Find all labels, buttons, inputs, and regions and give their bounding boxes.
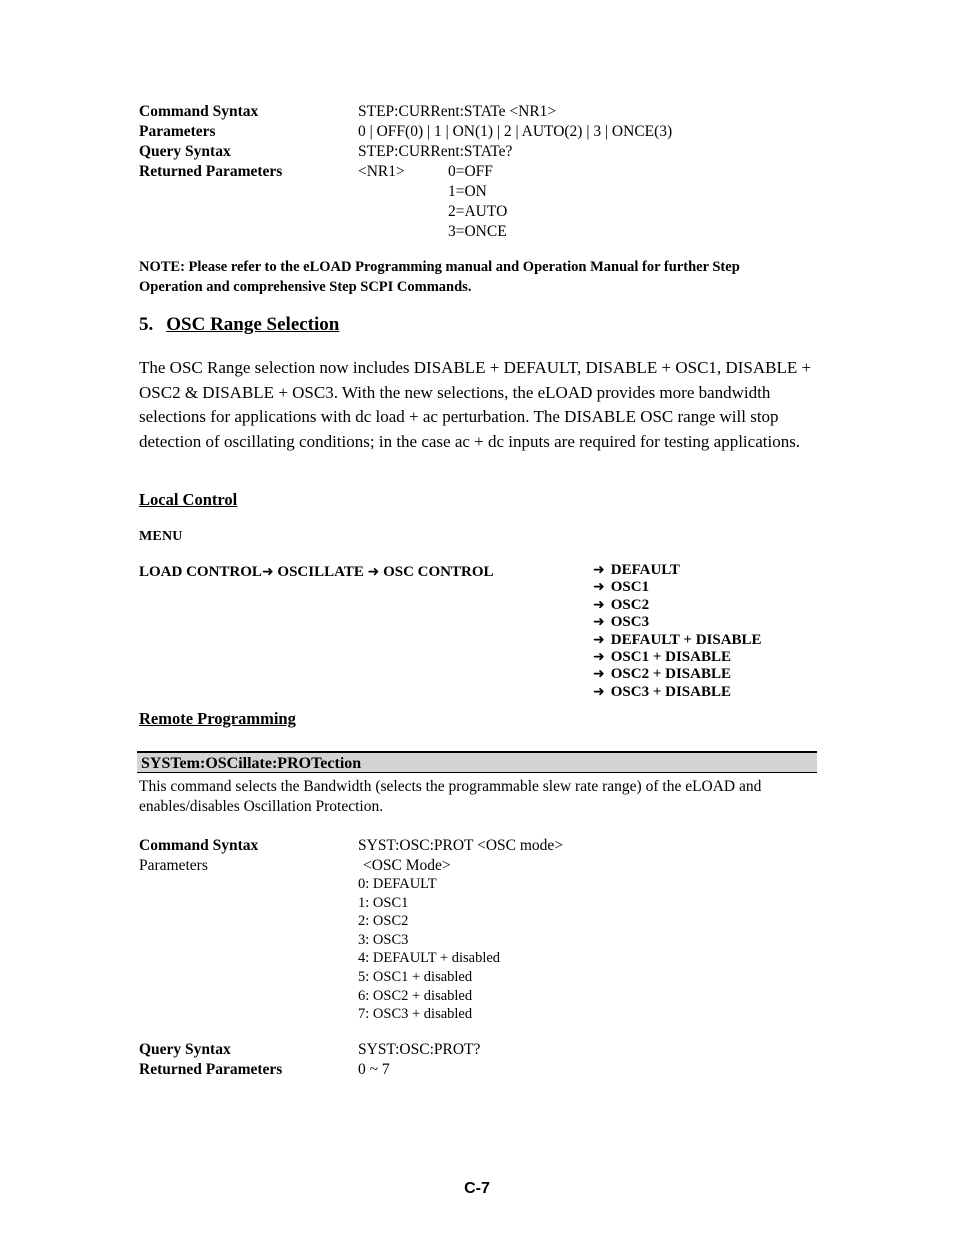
- list-item: 7: OSC3 + disabled: [358, 1006, 473, 1023]
- menu-option-label: OSC3: [610, 614, 650, 631]
- list-item: 1: OSC1: [358, 894, 409, 911]
- status-badge: SYSTem:OSCillate:PROTection: [137, 751, 817, 773]
- menu-path-load-control: LOAD CONTROL: [139, 564, 262, 580]
- list-item: 3: OSC3: [358, 931, 409, 948]
- list-item[interactable]: ➜ OSC3 + DISABLE: [593, 684, 762, 701]
- local-control-heading: Local Control: [139, 490, 238, 509]
- menu-option-label: OSC2 + DISABLE: [610, 666, 731, 683]
- syntax-label-returned-parameters: Returned Parameters: [139, 1061, 283, 1078]
- section-number: 5.: [139, 314, 154, 335]
- syntax-label-parameters: Parameters: [139, 123, 216, 140]
- arrow-right-icon: ➜: [261, 564, 274, 580]
- arrow-right-icon: ➜: [593, 649, 605, 666]
- syntax-row: Command Syntax SYST:OSC:PROT <OSC mode>: [139, 836, 899, 856]
- syntax-value-returned-parameters: <NR1>: [358, 163, 405, 180]
- step-current-state-syntax-block: Command Syntax STEP:CURRent:STATe <NR1> …: [139, 102, 899, 242]
- menu-option-label: OSC1 + DISABLE: [610, 649, 731, 666]
- page-title: 5. OSC Range Selection: [139, 313, 339, 337]
- menu-path-oscillate: OSCILLATE: [277, 564, 364, 580]
- menu-option-label: OSC2: [610, 596, 650, 613]
- menu-label: MENU: [139, 529, 183, 544]
- syntax-value-returned-parameters: 0 ~ 7: [358, 1061, 390, 1078]
- list-item: 6: OSC2 + disabled: [358, 987, 473, 1004]
- list-item: 5: OSC1 + disabled: [358, 968, 473, 985]
- osc-protection-syntax-block: Command Syntax SYST:OSC:PROT <OSC mode> …: [139, 836, 899, 876]
- arrow-right-icon: ➜: [367, 564, 380, 580]
- syntax-row: Command Syntax STEP:CURRent:STATe <NR1>: [139, 102, 899, 122]
- arrow-right-icon: ➜: [593, 614, 605, 631]
- syntax-row: Parameters <OSC Mode>: [139, 856, 899, 876]
- osc-protection-query-block: Query Syntax SYST:OSC:PROT? Returned Par…: [139, 1040, 899, 1080]
- list-item: 0: DEFAULT: [358, 876, 437, 892]
- menu-option-list: ➜ DEFAULT ➜ OSC1 ➜ OSC2 ➜ OSC3 ➜ DEFAULT + DI…: [593, 562, 762, 701]
- menu-path-osc-control: OSC CONTROL: [383, 564, 494, 580]
- syntax-value-command-syntax: STEP:CURRent:STATe <NR1>: [358, 103, 557, 120]
- menu-option-label: OSC3 + DISABLE: [610, 683, 731, 700]
- syntax-row: Returned Parameters <NR1> 0=OFF: [139, 162, 899, 182]
- list-item: 4: DEFAULT + disabled: [358, 950, 501, 967]
- list-item[interactable]: ➜ OSC1: [593, 579, 762, 596]
- arrow-right-icon: ➜: [593, 596, 605, 613]
- syntax-row: Query Syntax SYST:OSC:PROT?: [139, 1040, 899, 1060]
- syntax-row: Returned Parameters 0 ~ 7: [139, 1060, 899, 1080]
- syntax-value-parameters: <OSC Mode>: [363, 857, 451, 874]
- menu-option-label: DEFAULT: [610, 562, 680, 578]
- syntax-value-parameters: 0 | OFF(0) | 1 | ON(1) | 2 | AUTO(2) | 3…: [358, 123, 673, 140]
- list-item[interactable]: ➜ OSC2: [593, 597, 762, 614]
- syntax-row: 3=ONCE: [139, 222, 899, 242]
- menu-navigation-path: LOAD CONTROL➜ OSCILLATE ➜ OSC CONTROL: [139, 563, 494, 581]
- section-title: OSC Range Selection: [166, 314, 340, 335]
- returned-parameter-enum-2: 2=AUTO: [448, 203, 508, 220]
- menu-option-label: DEFAULT + DISABLE: [610, 631, 762, 648]
- list-item[interactable]: ➜ OSC2 + DISABLE: [593, 666, 762, 683]
- parameter-value-list: 0: DEFAULT 1: OSC1 2: OSC2 3: OSC3 4: DE…: [358, 875, 500, 1024]
- syntax-label-command-syntax: Command Syntax: [139, 837, 259, 854]
- returned-parameter-enum-1: 1=ON: [448, 183, 487, 200]
- command-title-bar-wrapper: SYSTem:OSCillate:PROTection: [137, 751, 817, 773]
- menu-option-label: OSC1: [610, 579, 650, 596]
- page-footer: C-7: [464, 1180, 490, 1197]
- syntax-row: 2=AUTO: [139, 202, 899, 222]
- list-item[interactable]: ➜ DEFAULT: [593, 562, 762, 579]
- note-paragraph: NOTE: Please refer to the eLOAD Programm…: [139, 259, 740, 295]
- syntax-label-command-syntax: Command Syntax: [139, 103, 259, 120]
- list-item: 2: OSC2: [358, 913, 409, 930]
- list-item[interactable]: ➜ OSC3: [593, 614, 762, 631]
- list-item[interactable]: ➜ OSC1 + DISABLE: [593, 649, 762, 666]
- syntax-label-query-syntax: Query Syntax: [139, 1041, 231, 1058]
- syntax-row: Query Syntax STEP:CURRent:STATe?: [139, 142, 899, 162]
- arrow-right-icon: ➜: [593, 631, 605, 648]
- list-item[interactable]: ➜ DEFAULT + DISABLE: [593, 632, 762, 649]
- syntax-label-parameters: Parameters: [139, 857, 208, 874]
- section-paragraph: The OSC Range selection now includes DIS…: [139, 358, 812, 451]
- syntax-value-command-syntax: SYST:OSC:PROT <OSC mode>: [358, 837, 564, 854]
- arrow-right-icon: ➜: [593, 562, 605, 578]
- remote-programming-heading: Remote Programming: [139, 709, 296, 728]
- returned-parameter-enum-3: 3=ONCE: [448, 223, 507, 240]
- returned-parameter-enum-0: 0=OFF: [448, 163, 493, 180]
- document-page: Command Syntax STEP:CURRent:STATe <NR1> …: [0, 0, 954, 1235]
- syntax-label-query-syntax: Query Syntax: [139, 143, 231, 160]
- arrow-right-icon: ➜: [593, 666, 605, 683]
- command-description: This command selects the Bandwidth (sele…: [139, 778, 762, 815]
- syntax-label-returned-parameters: Returned Parameters: [139, 163, 283, 180]
- arrow-right-icon: ➜: [593, 579, 605, 596]
- syntax-value-query-syntax: SYST:OSC:PROT?: [358, 1041, 481, 1058]
- syntax-row: 1=ON: [139, 182, 899, 202]
- syntax-row: Parameters 0 | OFF(0) | 1 | ON(1) | 2 | …: [139, 122, 899, 142]
- syntax-value-query-syntax: STEP:CURRent:STATe?: [358, 143, 513, 160]
- arrow-right-icon: ➜: [593, 683, 605, 700]
